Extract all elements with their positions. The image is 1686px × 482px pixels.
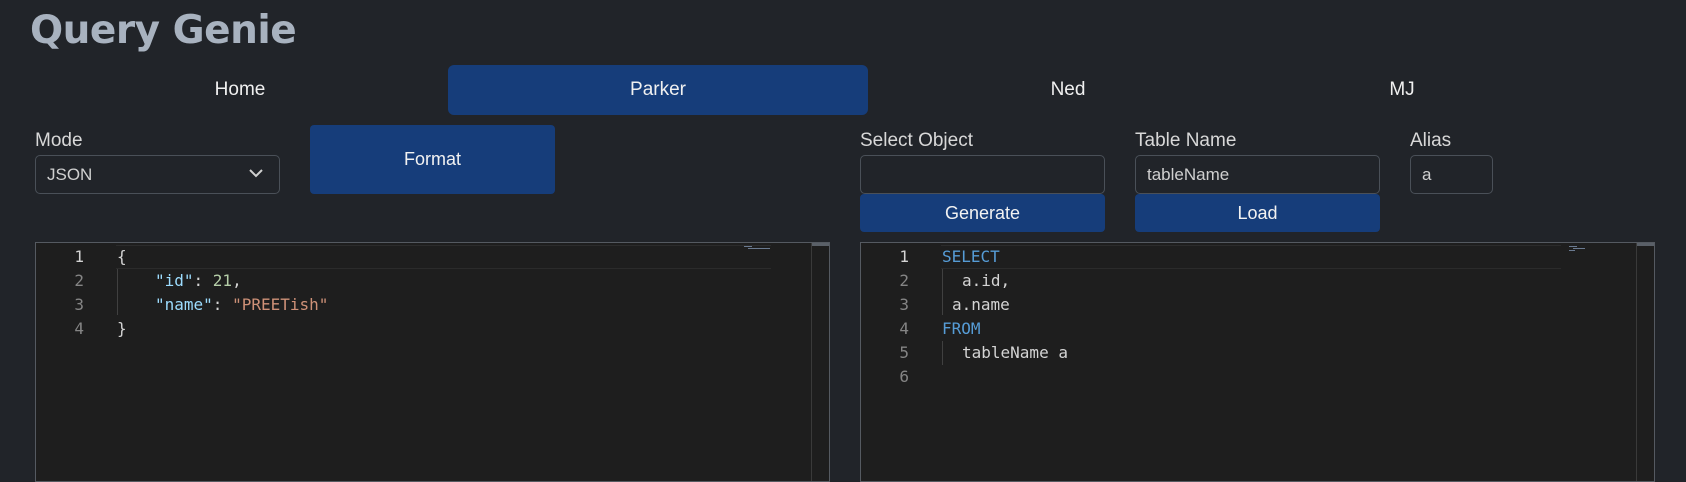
code-line: 1 { [36,245,829,269]
code-line: 4 FROM [861,317,1654,341]
scrollbar-thumb[interactable] [1637,243,1654,246]
chevron-down-icon [249,169,263,178]
tab-ned[interactable]: Ned [858,65,1278,115]
mode-select[interactable]: JSON [35,155,280,194]
mode-select-value: JSON [47,164,93,184]
tab-home[interactable]: Home [30,65,450,115]
minimap[interactable] [1569,246,1599,251]
minimap[interactable] [744,246,774,249]
nav-tabs: Home Parker Ned MJ [30,65,1656,115]
format-button[interactable]: Format [310,125,555,194]
line-number: 6 [899,367,909,386]
vertical-scrollbar[interactable] [811,243,812,481]
table-name-label: Table Name [1135,130,1237,151]
app-title: Query Genie [30,8,297,53]
line-number: 4 [899,319,909,338]
code-text: "name": "PREETish" [155,295,329,314]
vertical-scrollbar[interactable] [1636,243,1637,481]
sql-editor[interactable]: 1 SELECT 2 a.id, 3 a.name 4 FROM 5 table… [860,242,1655,482]
alias-input[interactable]: a [1410,155,1493,194]
select-object-label: Select Object [860,130,973,151]
line-number: 2 [899,271,909,290]
tab-parker[interactable]: Parker [448,65,868,115]
code-line: 1 SELECT [861,245,1654,269]
line-number: 1 [74,247,84,266]
line-number: 3 [74,295,84,314]
line-number: 3 [899,295,909,314]
code-text: tableName a [962,343,1068,362]
line-number: 4 [74,319,84,338]
code-line: 5 tableName a [861,341,1654,365]
line-number: 2 [74,271,84,290]
code-line: 4 } [36,317,829,341]
alias-label: Alias [1410,130,1452,151]
table-name-input[interactable]: tableName [1135,155,1380,194]
code-text: { [117,247,127,266]
code-text: a.id, [962,271,1011,290]
code-text: a.name [952,295,1010,314]
code-text: } [117,319,127,338]
line-number: 5 [899,343,909,362]
code-text: FROM [942,319,981,338]
code-line: 2 "id": 21, [36,269,829,293]
load-button[interactable]: Load [1135,194,1380,232]
mode-label: Mode [35,130,83,151]
code-text: "id": 21, [155,271,242,290]
json-editor[interactable]: 1 { 2 "id": 21, 3 "name": "PREETish" 4 } [35,242,830,482]
code-line: 3 "name": "PREETish" [36,293,829,317]
line-number: 1 [899,247,909,266]
select-object-input[interactable] [860,155,1105,194]
generate-button[interactable]: Generate [860,194,1105,232]
code-line: 2 a.id, [861,269,1654,293]
code-line: 3 a.name [861,293,1654,317]
code-text: SELECT [942,247,1000,266]
tab-mj[interactable]: MJ [1222,65,1582,115]
scrollbar-thumb[interactable] [812,243,829,246]
code-line: 6 [861,365,1654,389]
